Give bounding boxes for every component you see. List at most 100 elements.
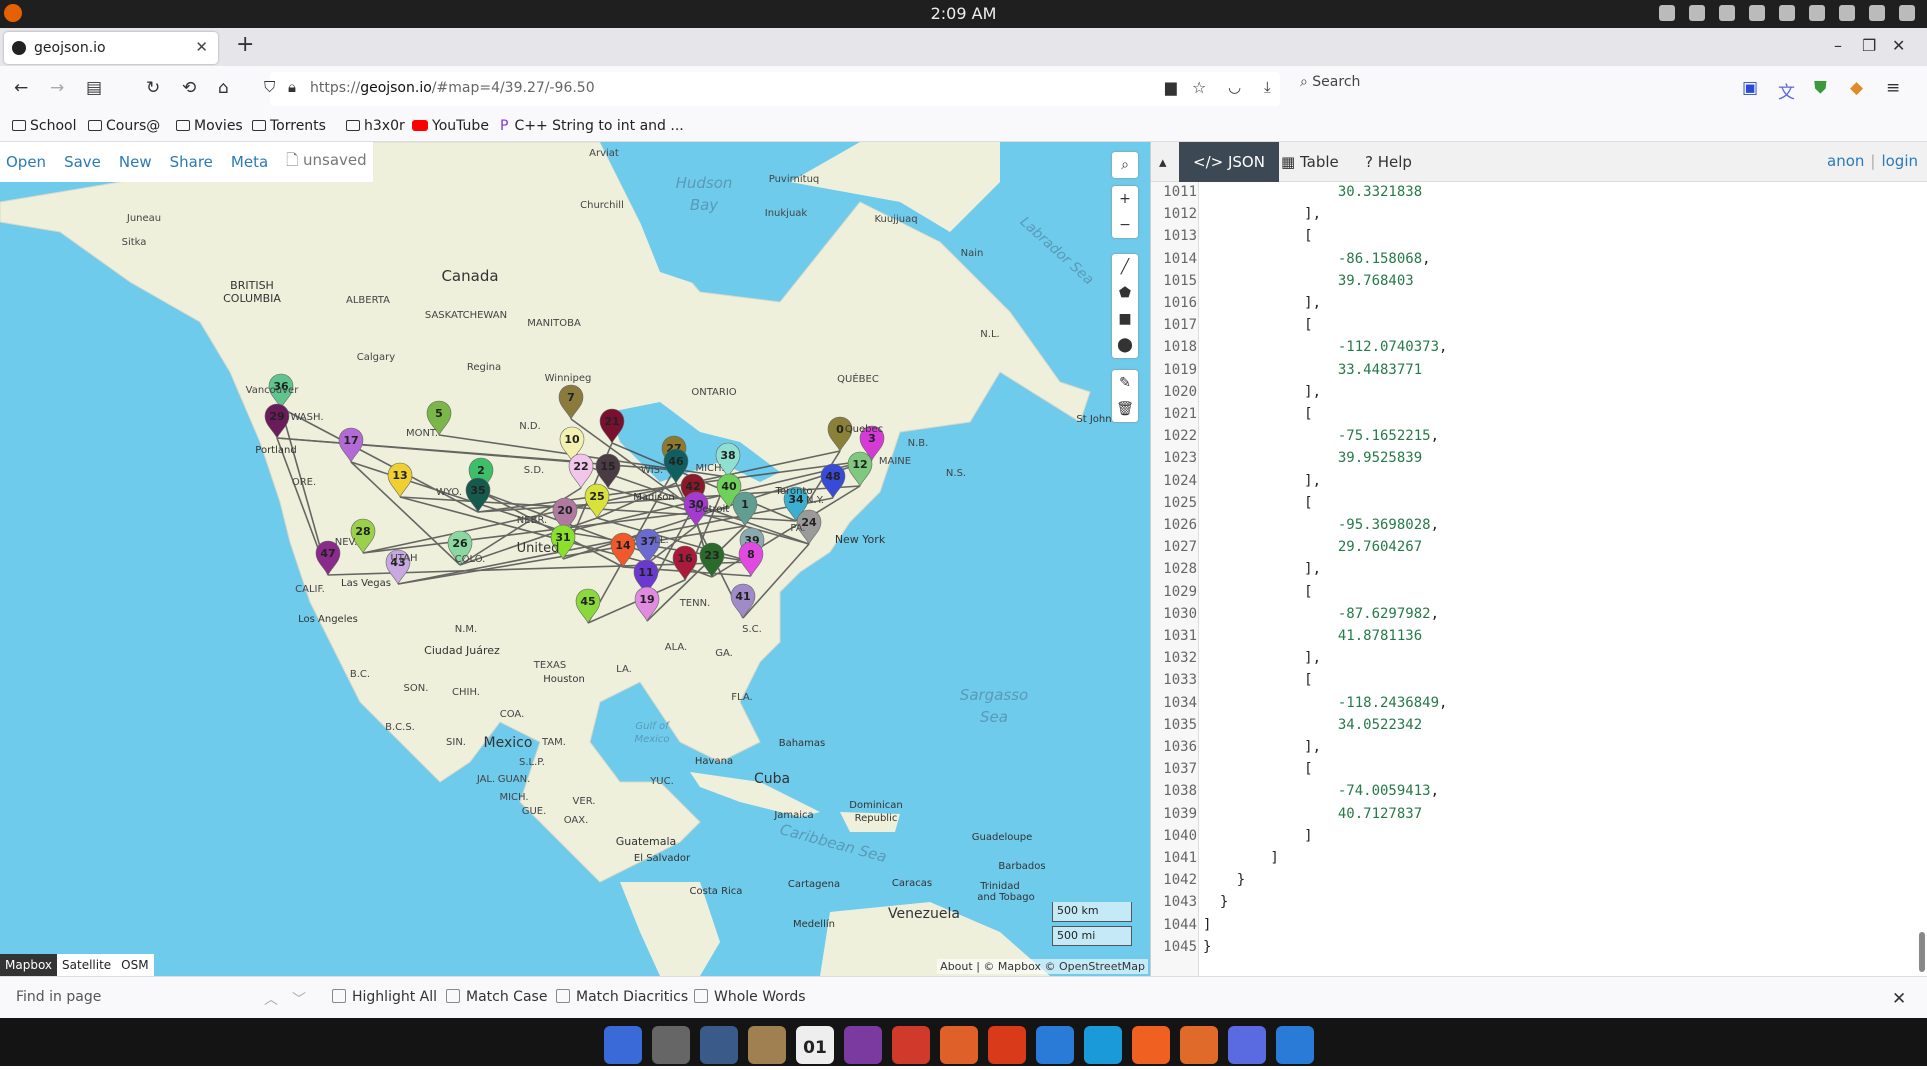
- collapse-panel-icon[interactable]: ▴: [1151, 142, 1179, 182]
- tab-table[interactable]: ▦ Table: [1267, 142, 1353, 182]
- sublime-icon[interactable]: [1180, 1026, 1218, 1064]
- bookmark-movies[interactable]: Movies: [176, 118, 243, 134]
- code-line[interactable]: 1020 ],: [1151, 383, 1911, 406]
- layer-satellite[interactable]: Satellite: [57, 954, 116, 976]
- brave-icon[interactable]: [1132, 1026, 1170, 1064]
- mute-icon[interactable]: [1809, 5, 1825, 21]
- bitwarden-icon[interactable]: ▣: [1742, 78, 1758, 98]
- history-icon[interactable]: ⟲: [182, 78, 196, 98]
- json-editor[interactable]: 1011 30.3321838 1012 ], 1013 [1014 -86.158…: [1151, 184, 1911, 976]
- layer-mapbox[interactable]: Mapbox: [0, 954, 58, 976]
- code-line[interactable]: 1042 }: [1151, 872, 1911, 894]
- bluetooth-icon[interactable]: [1839, 5, 1855, 21]
- draw-line-icon[interactable]: ╱: [1112, 254, 1138, 280]
- bookmark-school[interactable]: School: [12, 118, 76, 134]
- download-icon[interactable]: ⤓: [1264, 78, 1271, 96]
- tab-geojson[interactable]: geojson.io ✕: [4, 32, 218, 64]
- code-line[interactable]: 1016 ],: [1151, 295, 1911, 317]
- code-line[interactable]: 1026 -95.3698028,: [1151, 517, 1911, 539]
- code-line[interactable]: 1033 [: [1151, 672, 1911, 694]
- code-line[interactable]: 1025 [: [1151, 494, 1911, 517]
- kde-icon[interactable]: [1276, 1026, 1314, 1064]
- code-line[interactable]: 1019 33.4483771: [1151, 361, 1911, 384]
- close-find-icon[interactable]: ✕: [1892, 989, 1906, 1009]
- terminal-icon[interactable]: [700, 1026, 738, 1064]
- zoom-in-icon[interactable]: +: [1112, 186, 1138, 212]
- bookmark-cours[interactable]: Cours@: [88, 118, 160, 134]
- share-button[interactable]: Share: [170, 153, 213, 171]
- code-line[interactable]: 1036 ],: [1151, 739, 1911, 761]
- code-line[interactable]: 1038 -74.0059413,: [1151, 783, 1911, 805]
- menu-icon[interactable]: ≡: [1886, 78, 1900, 98]
- edit-icon[interactable]: ✎: [1112, 370, 1138, 396]
- close-tab-icon[interactable]: ✕: [195, 38, 208, 56]
- save-button[interactable]: Save: [64, 153, 101, 171]
- discord-icon[interactable]: [1228, 1026, 1266, 1064]
- skype-icon[interactable]: [1084, 1026, 1122, 1064]
- metamask-icon[interactable]: ◆: [1850, 78, 1863, 98]
- code-line[interactable]: 1015 39.768403: [1151, 272, 1911, 295]
- draw-rectangle-icon[interactable]: ■: [1112, 306, 1138, 332]
- bookmark-h3x0r[interactable]: h3x0r: [346, 118, 405, 134]
- close-window-icon[interactable]: ✕: [1892, 36, 1905, 55]
- search-box[interactable]: ⌕ Search: [1300, 74, 1560, 104]
- code-line[interactable]: 1030 -87.6297982,: [1151, 605, 1911, 628]
- office-icon[interactable]: [988, 1026, 1026, 1064]
- whole-words-checkbox[interactable]: Whole Words: [694, 989, 806, 1005]
- anon-link[interactable]: anon: [1827, 152, 1864, 170]
- code-line[interactable]: 1037 [: [1151, 761, 1911, 783]
- match-diacritics-checkbox[interactable]: Match Diacritics: [556, 989, 688, 1005]
- discord-tray-icon[interactable]: [1719, 5, 1735, 21]
- code-line[interactable]: 1027 29.7604267: [1151, 539, 1911, 561]
- code-line[interactable]: 1029 [: [1151, 583, 1911, 606]
- home-icon[interactable]: ⌂: [218, 78, 229, 98]
- find-previous-icon[interactable]: ︿: [264, 989, 278, 1009]
- restore-icon[interactable]: ❐: [1862, 36, 1876, 55]
- code-line[interactable]: 1035 34.0522342: [1151, 716, 1911, 739]
- code-line[interactable]: 1043 }: [1151, 894, 1911, 916]
- new-tab-icon[interactable]: +: [236, 32, 254, 57]
- tracking-shield-icon[interactable]: ⛉: [264, 78, 275, 96]
- wifi-icon[interactable]: [1869, 5, 1885, 21]
- code-line[interactable]: 1039 40.7127837: [1151, 805, 1911, 828]
- code-line[interactable]: 1032 ],: [1151, 650, 1911, 672]
- find-input[interactable]: Find in page: [16, 989, 101, 1005]
- code-line[interactable]: 1044]: [1151, 916, 1911, 939]
- notification-icon[interactable]: [1659, 5, 1675, 21]
- code-line[interactable]: 1013 [: [1151, 228, 1911, 250]
- lock-icon[interactable]: 🔒︎: [288, 78, 296, 96]
- draw-marker-icon[interactable]: ⬤: [1112, 332, 1138, 358]
- code-line[interactable]: 1018 -112.0740373,: [1151, 339, 1911, 361]
- map-search-icon[interactable]: ⌕: [1112, 152, 1138, 178]
- code-line[interactable]: 1012 ],: [1151, 206, 1911, 228]
- home-icon[interactable]: [604, 1026, 642, 1064]
- url-bar[interactable]: ⛉ 🔒︎ https://geojson.io/#map=4/39.27/-96…: [264, 72, 1280, 106]
- gmail-icon[interactable]: [892, 1026, 930, 1064]
- map-canvas[interactable]: 36291757211013 23522 152746 380312482542 403…: [0, 142, 1150, 976]
- code-line[interactable]: 1028 ],: [1151, 561, 1911, 583]
- map-view[interactable]: 36 29 17 5 7 21 10 13 2 35 22 15 27 46 38 0 3 12 48 25 42 40 3…: [0, 142, 1150, 976]
- back-icon[interactable]: ←: [14, 78, 28, 98]
- cloud-icon[interactable]: [1689, 5, 1705, 21]
- tab-help[interactable]: ? Help: [1351, 142, 1426, 182]
- bookmark-cpp[interactable]: P C++ String to int and ...: [500, 118, 684, 134]
- media-icon[interactable]: [1749, 5, 1765, 21]
- reload-icon[interactable]: ↻: [146, 78, 160, 98]
- firefox-icon[interactable]: [940, 1026, 978, 1064]
- settings-icon[interactable]: [652, 1026, 690, 1064]
- code-line[interactable]: 1024 ],: [1151, 472, 1911, 495]
- bookmark-torrents[interactable]: Torrents: [252, 118, 326, 134]
- match-case-checkbox[interactable]: Match Case: [446, 989, 547, 1005]
- forward-icon[interactable]: →: [50, 78, 64, 98]
- layer-osm[interactable]: OSM: [116, 954, 153, 976]
- code-line[interactable]: 1040 ]: [1151, 827, 1911, 850]
- map-attribution[interactable]: About | © Mapbox © OpenStreetMap: [937, 959, 1148, 974]
- pocket-icon[interactable]: ◡: [1228, 78, 1241, 96]
- bookmark-star-icon[interactable]: ☆: [1192, 78, 1206, 97]
- delete-icon[interactable]: 🗑︎: [1112, 396, 1138, 422]
- code-line[interactable]: 1041 ]: [1151, 850, 1911, 872]
- new-button[interactable]: New: [119, 153, 152, 171]
- bookmark-youtube[interactable]: YouTube: [412, 118, 489, 134]
- code-line[interactable]: 1021 [: [1151, 406, 1911, 428]
- code-line[interactable]: 1022 -75.1652215,: [1151, 428, 1911, 450]
